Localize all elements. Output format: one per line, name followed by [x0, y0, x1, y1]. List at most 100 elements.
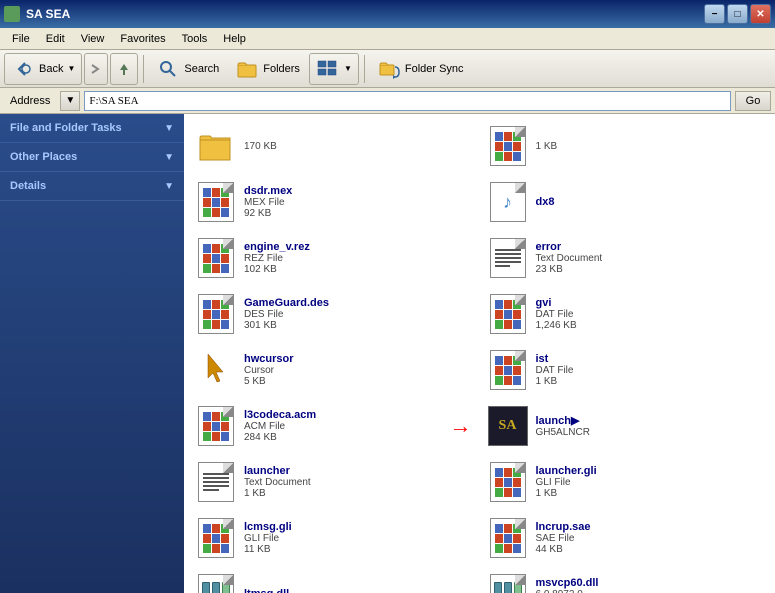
menu-help[interactable]: Help	[215, 31, 254, 47]
sae-icon	[488, 518, 528, 558]
file-size: 301 KB	[244, 320, 329, 331]
file-info: launcher.gli GLI File 1 KB	[536, 465, 597, 499]
details-arrow: ▼	[164, 181, 174, 192]
file-info: gvi DAT File 1,246 KB	[536, 297, 577, 331]
file-size: 1 KB	[536, 376, 574, 387]
back-button[interactable]: Back ▼	[4, 53, 82, 85]
file-name: l3codeca.acm	[244, 409, 316, 421]
back-icon	[11, 57, 35, 81]
file-size: 92 KB	[244, 208, 292, 219]
file-type: Cursor	[244, 365, 294, 376]
folder-icon	[196, 126, 236, 166]
folders-button[interactable]: Folders	[228, 53, 307, 85]
launcher-exe-item[interactable]: SA launch▶ GH5ALNCR →	[480, 398, 772, 454]
file-item[interactable]: lncrup.sae SAE File 44 KB	[480, 510, 772, 566]
file-type: GH5ALNCR	[536, 427, 590, 438]
file-info: lncrup.sae SAE File 44 KB	[536, 521, 591, 555]
file-grid: 170 KB	[184, 114, 775, 593]
other-places-section: Other Places ▼	[0, 143, 184, 172]
folders-icon	[235, 57, 259, 81]
file-name: gvi	[536, 297, 577, 309]
dll2-icon	[488, 574, 528, 593]
up-button[interactable]	[110, 53, 138, 85]
main-area: File and Folder Tasks ▼ Other Places ▼ D…	[0, 114, 775, 593]
file-size: 1,246 KB	[536, 320, 577, 331]
details-label: Details	[10, 180, 46, 192]
folder-sync-button[interactable]: Folder Sync	[370, 53, 471, 85]
cursor-icon	[196, 350, 236, 390]
view-arrow: ▼	[344, 64, 352, 73]
file-item[interactable]: error Text Document 23 KB	[480, 230, 772, 286]
search-label: Search	[184, 63, 219, 75]
titlebar-controls: − □ ✕	[704, 4, 771, 24]
back-label: Back	[39, 63, 63, 75]
other-places-header[interactable]: Other Places ▼	[0, 143, 184, 171]
des-icon	[196, 294, 236, 334]
file-type: Text Document	[536, 253, 603, 264]
file-info: ist DAT File 1 KB	[536, 353, 574, 387]
file-info: dx8	[536, 196, 555, 208]
back-arrow: ▼	[67, 64, 75, 73]
file-item[interactable]: ltmsg.dll	[188, 566, 480, 593]
file-size: 5 KB	[244, 376, 294, 387]
file-item[interactable]: ♪ dx8	[480, 174, 772, 230]
color-grid-icon	[488, 126, 528, 166]
maximize-button[interactable]: □	[727, 4, 748, 24]
address-dropdown-button[interactable]: ▼	[60, 91, 80, 111]
file-info: launcher Text Document 1 KB	[244, 465, 311, 499]
menu-edit[interactable]: Edit	[38, 31, 73, 47]
file-item[interactable]: launcher Text Document 1 KB	[188, 454, 480, 510]
file-info: hwcursor Cursor 5 KB	[244, 353, 294, 387]
file-info: 1 KB	[536, 141, 558, 152]
details-header[interactable]: Details ▼	[0, 172, 184, 200]
file-name: GameGuard.des	[244, 297, 329, 309]
file-item[interactable]: l3codeca.acm ACM File 284 KB	[188, 398, 480, 454]
file-item[interactable]: GameGuard.des DES File 301 KB	[188, 286, 480, 342]
file-name: ist	[536, 353, 574, 365]
details-section: Details ▼	[0, 172, 184, 201]
file-size: 102 KB	[244, 264, 310, 275]
close-button[interactable]: ✕	[750, 4, 771, 24]
file-name: msvcp60.dll	[536, 577, 679, 589]
file-type: Text Document	[244, 477, 311, 488]
menu-tools[interactable]: Tools	[174, 31, 216, 47]
minimize-button[interactable]: −	[704, 4, 725, 24]
file-item[interactable]: engine_v.rez REZ File 102 KB	[188, 230, 480, 286]
menu-file[interactable]: File	[4, 31, 38, 47]
file-type: REZ File	[244, 253, 310, 264]
search-button[interactable]: Search	[149, 53, 226, 85]
menu-view[interactable]: View	[73, 31, 113, 47]
file-item[interactable]: 1 KB	[480, 118, 772, 174]
dll-icon	[196, 574, 236, 593]
file-item[interactable]: gvi DAT File 1,246 KB	[480, 286, 772, 342]
address-label: Address	[4, 95, 56, 107]
file-item[interactable]: msvcp60.dll 6.0.8972.0 Microsoft (R) C++…	[480, 566, 772, 593]
toolbar-sep-2	[364, 55, 365, 83]
file-folder-tasks-header[interactable]: File and Folder Tasks ▼	[0, 114, 184, 142]
view-toggle-button[interactable]: ▼	[309, 53, 359, 85]
file-type: GLI File	[244, 533, 292, 544]
address-go-button[interactable]: Go	[735, 91, 771, 111]
file-type: DAT File	[536, 309, 577, 320]
file-item[interactable]: hwcursor Cursor 5 KB	[188, 342, 480, 398]
folder-sync-icon	[377, 57, 401, 81]
file-item[interactable]: 170 KB	[188, 118, 480, 174]
view-icon	[316, 57, 340, 81]
file-item[interactable]: lcmsg.gli GLI File 11 KB	[188, 510, 480, 566]
file-type: ACM File	[244, 421, 316, 432]
file-item[interactable]: ist DAT File 1 KB	[480, 342, 772, 398]
dx8-icon: ♪	[488, 182, 528, 222]
file-info: dsdr.mex MEX File 92 KB	[244, 185, 292, 219]
file-name: dsdr.mex	[244, 185, 292, 197]
file-type: DES File	[244, 309, 329, 320]
left-panel: File and Folder Tasks ▼ Other Places ▼ D…	[0, 114, 184, 593]
file-info: ltmsg.dll	[244, 588, 289, 593]
menubar: File Edit View Favorites Tools Help	[0, 28, 775, 50]
address-input[interactable]	[84, 91, 731, 111]
menu-favorites[interactable]: Favorites	[112, 31, 173, 47]
forward-button[interactable]	[84, 53, 108, 85]
file-name: engine_v.rez	[244, 241, 310, 253]
file-item[interactable]: launcher.gli GLI File 1 KB	[480, 454, 772, 510]
file-item[interactable]: dsdr.mex MEX File 92 KB	[188, 174, 480, 230]
folder-sync-label: Folder Sync	[405, 63, 464, 75]
